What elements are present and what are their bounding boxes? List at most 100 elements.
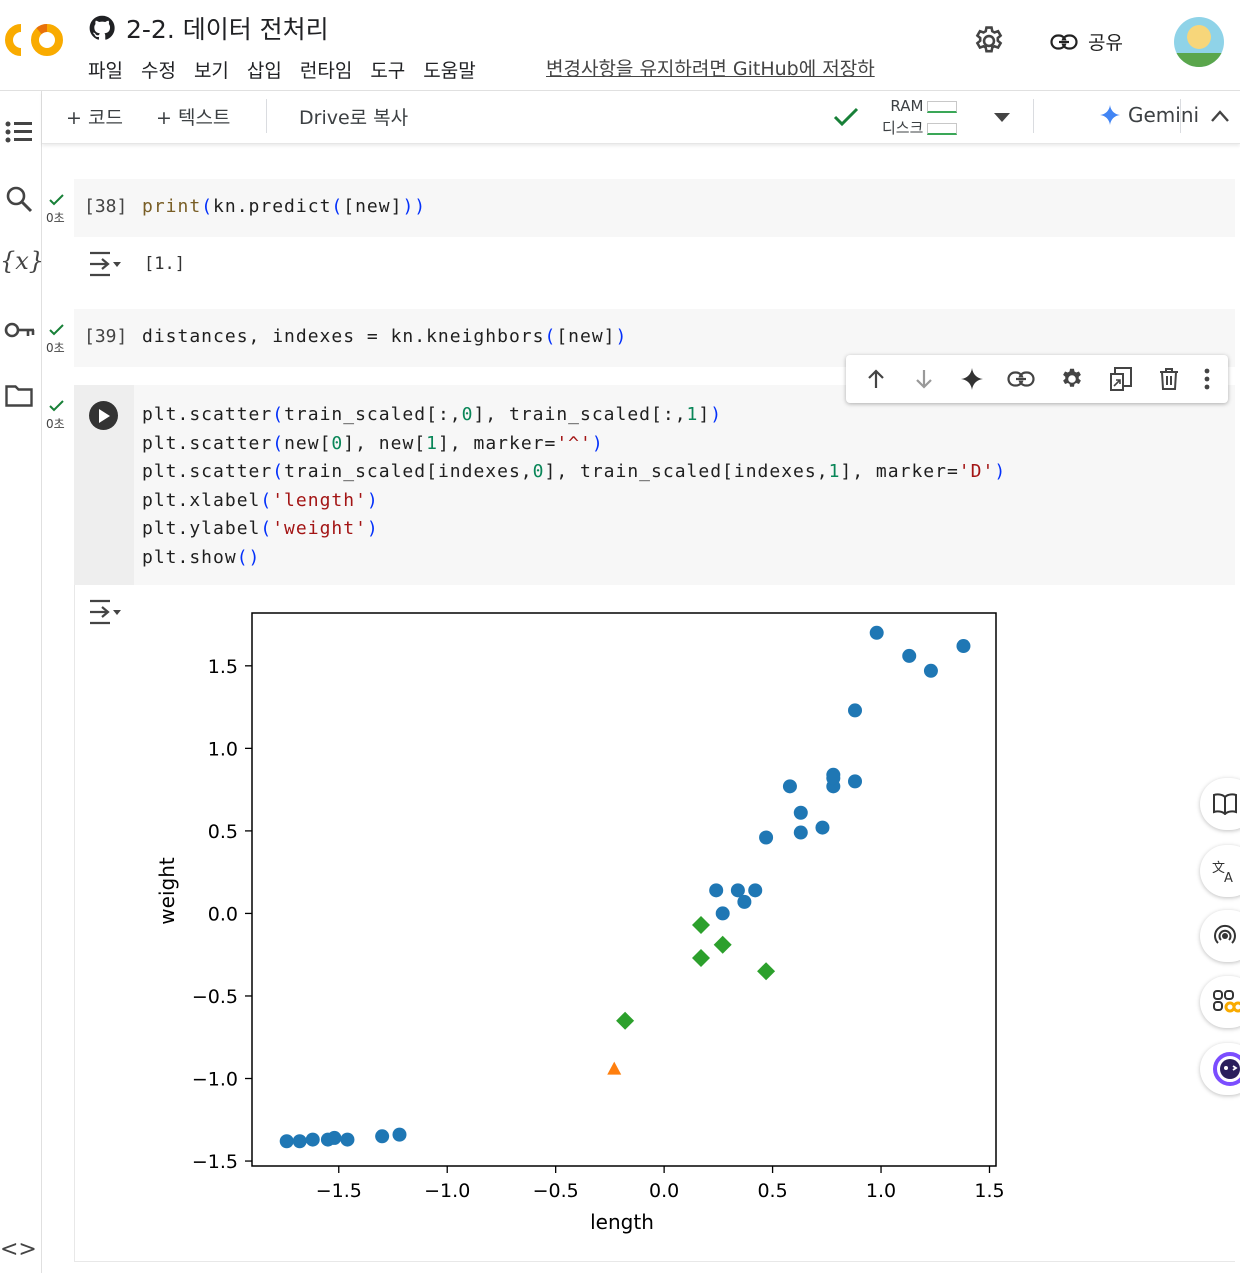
- translate-icon: 文A: [1212, 861, 1233, 884]
- apps-colab-icon: [1213, 990, 1240, 1013]
- data-point: [715, 906, 730, 921]
- disk-bar: [927, 122, 958, 135]
- y-tick-label: −0.5: [192, 986, 238, 1008]
- scatter-chart: −1.5 −1.0 −0.5 0.0 0.5 1.0 1.5 −1.5 −1.0 −0.5 0.0 0…: [155, 612, 1005, 1234]
- table-of-contents-icon[interactable]: [0, 119, 40, 145]
- variables-icon[interactable]: {x}: [0, 247, 44, 275]
- gemini-label: Gemini: [1128, 103, 1200, 127]
- resource-monitor[interactable]: RAM 디스크: [882, 95, 958, 139]
- add-code-button[interactable]: + 코드: [66, 103, 123, 130]
- data-point: [375, 1129, 390, 1144]
- y-axis-label: weight: [155, 857, 179, 925]
- notebook-toolbar: + 코드 + 텍스트 Drive로 복사 RAM 디스크 Gemini: [42, 91, 1240, 144]
- data-point: [292, 1134, 307, 1149]
- data-point: [923, 663, 938, 678]
- move-down-arrow-icon[interactable]: [912, 367, 936, 391]
- x-tick-label: 1.0: [866, 1180, 896, 1202]
- move-up-arrow-icon[interactable]: [864, 367, 888, 391]
- gemini-button[interactable]: Gemini: [1100, 103, 1199, 127]
- neighbor-point: [713, 935, 732, 954]
- x-axis-label: length: [590, 1210, 654, 1234]
- gemini-sparkle-icon[interactable]: [960, 368, 983, 390]
- data-point: [709, 883, 724, 898]
- output-actions-icon[interactable]: [88, 250, 122, 278]
- toolbar-divider: [266, 99, 267, 133]
- share-button[interactable]: 공유: [1050, 28, 1123, 55]
- data-point: [782, 779, 797, 794]
- code-cell-active[interactable]: plt.scatter(train_scaled[:,0], train_sca…: [74, 385, 1235, 585]
- delete-trash-icon[interactable]: [1158, 367, 1180, 391]
- neighbor-point: [692, 949, 711, 968]
- cell-toolbar: [846, 355, 1228, 403]
- menu-runtime[interactable]: 런타임: [300, 56, 352, 83]
- secrets-key-icon[interactable]: [0, 319, 40, 341]
- share-label: 공유: [1088, 32, 1123, 54]
- x-tick-label: −1.5: [316, 1180, 362, 1202]
- execution-count: [38]: [84, 196, 128, 217]
- menu-tools[interactable]: 도구: [370, 56, 405, 83]
- assistant-face-icon: [1213, 1052, 1240, 1086]
- run-cell-button[interactable]: [89, 401, 118, 430]
- notebook-title[interactable]: 2-2. 데이터 전처리: [126, 10, 329, 46]
- code-snippets-icon[interactable]: <>: [0, 1237, 40, 1262]
- neighbor-point: [616, 1011, 635, 1030]
- ram-label: RAM: [890, 97, 924, 115]
- play-icon: [98, 408, 110, 423]
- output-actions-icon[interactable]: [88, 598, 122, 626]
- copy-to-drive-button[interactable]: Drive로 복사: [299, 103, 408, 130]
- menu-file[interactable]: 파일: [88, 56, 123, 83]
- cell-output: [1.]: [144, 254, 185, 274]
- user-avatar[interactable]: [1174, 17, 1224, 67]
- data-point: [737, 894, 752, 909]
- y-tick-label: −1.5: [192, 1151, 238, 1173]
- mirror-cell-icon[interactable]: [1109, 366, 1133, 392]
- add-text-button[interactable]: + 텍스트: [156, 103, 230, 130]
- ram-bar: [927, 100, 958, 113]
- x-tick-label: 0.0: [649, 1180, 679, 1202]
- disk-label: 디스크: [882, 119, 924, 137]
- execution-time: 0초: [46, 417, 65, 431]
- menu-view[interactable]: 보기: [194, 56, 229, 83]
- y-tick-label: 0.0: [208, 903, 238, 925]
- data-point: [869, 625, 884, 640]
- code-cell[interactable]: print(kn.predict([new])): [74, 179, 1235, 237]
- data-point: [279, 1134, 294, 1149]
- data-point: [793, 825, 808, 840]
- settings-gear-icon[interactable]: [972, 24, 1006, 58]
- menu-insert[interactable]: 삽입: [247, 56, 282, 83]
- data-point: [759, 830, 774, 845]
- y-tick-label: 0.5: [208, 821, 238, 843]
- data-point: [327, 1130, 342, 1145]
- save-to-github-link[interactable]: 변경사항을 유지하려면 GitHub에 저장하: [546, 54, 875, 81]
- search-icon[interactable]: [0, 185, 40, 215]
- menu-help[interactable]: 도움말: [423, 56, 475, 83]
- x-tick-label: −0.5: [533, 1180, 579, 1202]
- plot-frame: [251, 612, 997, 1167]
- cell-code[interactable]: print(kn.predict([new])): [142, 196, 426, 217]
- x-tick-label: 1.5: [974, 1180, 1004, 1202]
- left-sidebar: {x} <>: [0, 91, 44, 1273]
- app-header: 2-2. 데이터 전처리 파일 수정 보기 삽입 런타임 도구 도움말 변경사항…: [0, 0, 1240, 91]
- more-options-icon[interactable]: [1204, 368, 1210, 390]
- execution-time: 0초: [46, 211, 65, 225]
- data-point: [826, 771, 841, 786]
- broadcast-icon: [1214, 924, 1236, 944]
- chevron-up-icon[interactable]: [1210, 109, 1230, 123]
- github-icon: [89, 15, 115, 40]
- data-point: [305, 1132, 320, 1147]
- colab-logo-icon[interactable]: [3, 20, 67, 60]
- cell-settings-gear-icon[interactable]: [1059, 366, 1085, 392]
- cell-code[interactable]: distances, indexes = kn.kneighbors([new]…: [142, 326, 627, 347]
- run-success-check-icon: [49, 400, 64, 412]
- link-icon[interactable]: [1007, 371, 1035, 387]
- chevron-down-icon[interactable]: [994, 113, 1010, 123]
- x-tick-label: −1.0: [424, 1180, 470, 1202]
- files-folder-icon[interactable]: [0, 383, 40, 409]
- cell-code[interactable]: plt.scatter(train_scaled[:,0], train_sca…: [142, 401, 1006, 573]
- y-tick-label: −1.0: [192, 1069, 238, 1091]
- neighbor-point: [757, 962, 776, 981]
- data-point: [815, 820, 830, 835]
- toolbar-divider: [1033, 99, 1034, 133]
- menu-edit[interactable]: 수정: [141, 56, 176, 83]
- data-point: [793, 805, 808, 820]
